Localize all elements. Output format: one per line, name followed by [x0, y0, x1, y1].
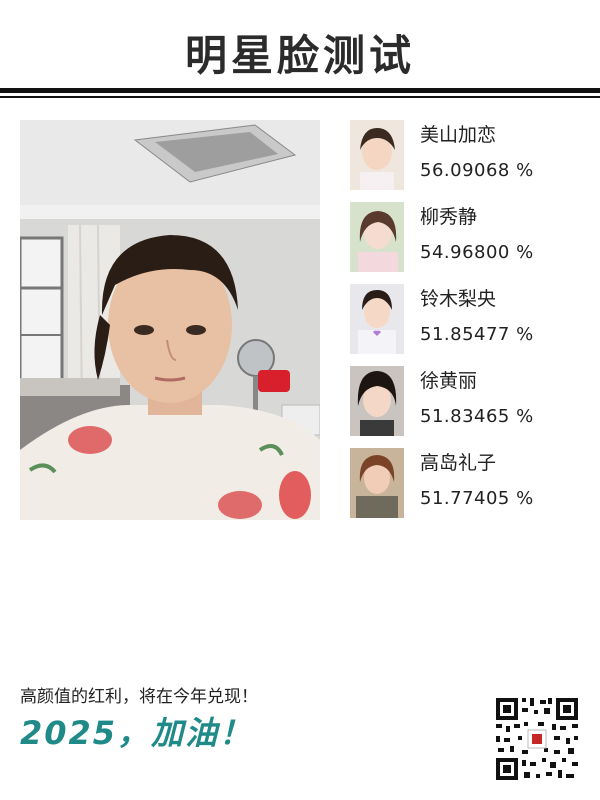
match-thumbnail [350, 284, 404, 354]
qr-code[interactable] [494, 696, 580, 782]
match-thumbnail [350, 120, 404, 190]
match-score: 51.85477 % [420, 324, 534, 345]
match-score: 56.09068 % [420, 160, 534, 181]
footer-message: 高颜值的红利，将在今年兑现！ [20, 687, 258, 707]
match-item: 高岛礼子 51.77405 % [350, 448, 580, 520]
match-item: 铃木梨央 51.85477 % [350, 284, 580, 356]
match-score: 54.96800 % [420, 242, 534, 263]
match-thumbnail [350, 448, 404, 518]
match-name: 铃木梨央 [420, 288, 497, 310]
match-name: 美山加恋 [420, 124, 497, 146]
qr-code-icon [494, 696, 580, 782]
header: 明星脸测试 [0, 0, 600, 100]
match-item: 美山加恋 56.09068 % [350, 120, 580, 192]
page-title: 明星脸测试 [184, 31, 415, 80]
match-name: 柳秀静 [420, 206, 478, 228]
match-item: 柳秀静 54.96800 % [350, 202, 580, 274]
match-score: 51.77405 % [420, 488, 534, 509]
match-score: 51.83465 % [420, 406, 534, 427]
match-thumbnail [350, 366, 404, 436]
footer-slogan: 2025，加油！ [20, 714, 254, 752]
match-item: 徐黄丽 51.83465 % [350, 366, 580, 438]
match-thumbnail [350, 202, 404, 272]
match-name: 高岛礼子 [420, 452, 497, 474]
header-divider-thick [0, 88, 600, 93]
user-photo [20, 120, 320, 520]
header-divider-thin [0, 96, 600, 98]
user-photo-illustration [20, 120, 320, 520]
match-name: 徐黄丽 [420, 370, 478, 392]
